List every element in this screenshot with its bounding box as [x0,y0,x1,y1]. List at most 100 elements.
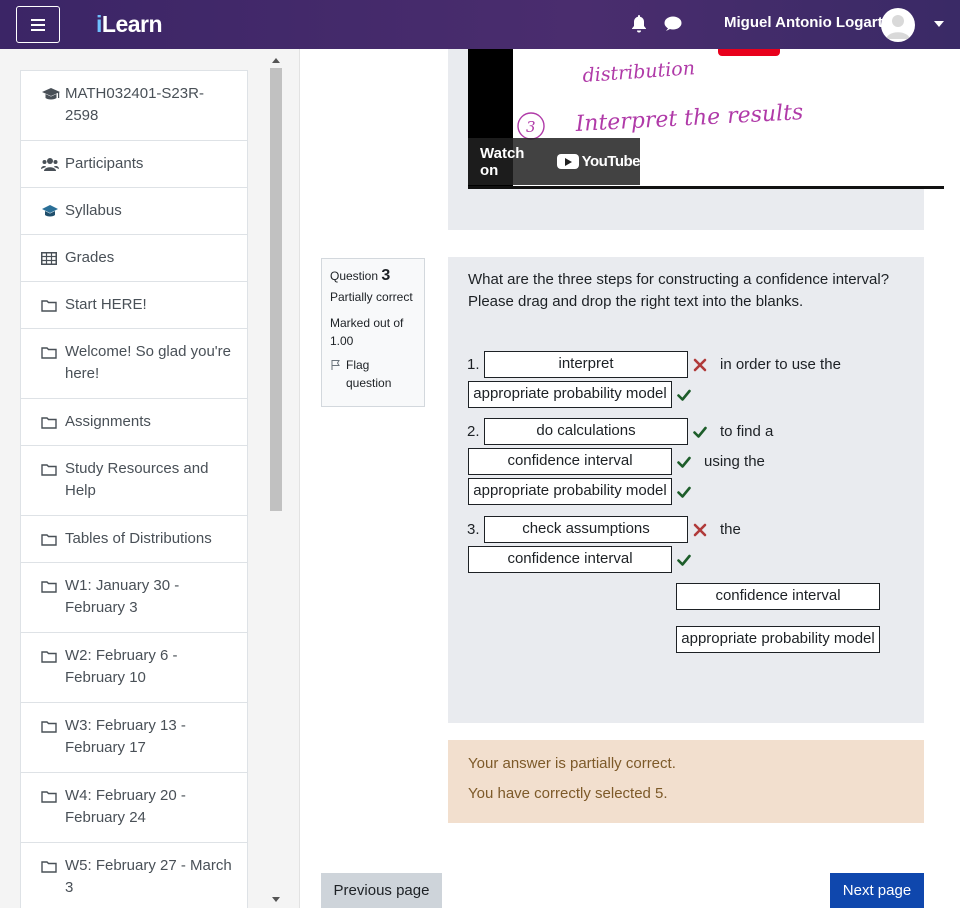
flag-question-button[interactable]: Flag question [330,356,416,392]
youtube-label: YouTube [581,153,641,170]
flag-icon [331,360,340,370]
sidebar-item-welcome[interactable]: Welcome! So glad you're here! [20,328,248,398]
sidebar-item-label: W1: January 30 - February 3 [65,577,180,616]
drop-zone[interactable]: appropriate probability model [468,478,672,505]
table-icon [41,247,65,269]
folder-icon [41,294,65,316]
sidebar-item-label: Welcome! So glad you're here! [65,343,232,382]
correct-check-icon [677,456,691,468]
drop-zone[interactable]: confidence interval [468,546,672,573]
question-text-fragment: the [720,521,741,538]
navbar: iLearn Miguel Antonio Logarta [0,0,960,49]
sidebar-item-label: Assignments [65,413,151,430]
handwriting-interpret: Interpret the results [574,100,804,137]
folder-icon [41,341,65,363]
graduation-cap-icon [41,83,65,105]
folder-icon [41,575,65,597]
course-index-drawer: MATH032401-S23R-2598 Participants Syllab… [0,49,300,908]
drop-zone[interactable]: confidence interval [468,448,672,475]
drop-zone[interactable]: do calculations [484,418,688,445]
correct-check-icon [677,554,691,566]
question-text-fragment: to find a [720,423,774,440]
handwriting-distribution: distribution [582,57,696,87]
question-number: Question 3 [330,267,391,284]
sidebar-item-tables[interactable]: Tables of Distributions [20,515,248,562]
chat-icon[interactable] [663,14,683,34]
scrollbar-thumb[interactable] [270,68,282,511]
correct-check-icon [677,389,691,401]
incorrect-x-icon [693,358,707,372]
sidebar-item-label: Syllabus [65,202,122,219]
user-name[interactable]: Miguel Antonio Logarta [724,14,891,31]
sidebar-item-study-resources[interactable]: Study Resources and Help [20,445,248,515]
sidebar-item-w1[interactable]: W1: January 30 - February 3 [20,562,248,632]
sidebar-item-start-here[interactable]: Start HERE! [20,281,248,328]
menu-icon [31,18,45,31]
drop-zone[interactable]: check assumptions [484,516,688,543]
step-number: 1. [467,356,480,373]
folder-icon [41,645,65,667]
drag-choice[interactable]: appropriate probability model [676,626,880,653]
watch-on-label: Watch on [480,144,525,179]
scroll-down-arrow-icon[interactable] [272,897,280,902]
chevron-down-icon[interactable] [934,21,944,27]
sidebar-item-w2[interactable]: W2: February 6 - February 10 [20,632,248,702]
folder-icon [41,528,65,550]
site-logo[interactable]: iLearn [96,11,163,38]
sidebar-item-label: W4: February 20 - February 24 [65,787,186,826]
step-number: 2. [467,423,480,440]
users-icon [41,153,65,175]
sidebar-item-w3[interactable]: W3: February 13 - February 17 [20,702,248,772]
mortarboard-icon [41,200,65,222]
question-prompt: What are the three steps for constructin… [468,271,890,310]
sidebar-item-label: Tables of Distributions [65,530,212,547]
watch-on-youtube-button[interactable]: Watch on YouTube [468,138,641,185]
feedback-panel: Your answer is partially correct. You ha… [448,740,924,823]
sidebar-item-label: W2: February 6 - February 10 [65,647,178,686]
sidebar-item-label: MATH032401-S23R-2598 [65,85,204,124]
correct-check-icon [677,486,691,498]
menu-toggle-button[interactable] [16,6,60,43]
sidebar-item-grades[interactable]: Grades [20,234,248,281]
drag-choice[interactable]: confidence interval [676,583,880,610]
bell-icon[interactable] [630,14,648,34]
avatar[interactable] [881,8,915,42]
question-text-fragment: in order to use the [720,356,841,373]
step-number: 3. [467,521,480,538]
youtube-logo: YouTube [556,153,641,170]
sidebar-item-label: Participants [65,155,144,172]
folder-icon [41,715,65,737]
correct-check-icon [693,426,707,438]
folder-icon [41,855,65,877]
sidebar-item-label: Start HERE! [65,296,147,313]
feedback-line: You have correctly selected 5. [468,785,668,802]
youtube-video-embed[interactable]: distribution 3 Interpret the results Wat… [468,49,944,189]
sidebar-item-course[interactable]: MATH032401-S23R-2598 [20,70,248,140]
question-info-panel: Question 3 Partially correct Marked out … [321,258,425,407]
folder-icon [41,785,65,807]
course-nav-list: MATH032401-S23R-2598 Participants Syllab… [20,70,248,908]
sidebar-scrollbar[interactable] [268,54,282,908]
handwriting-number: 3 [526,118,536,136]
flag-question-label: Flag question [346,358,392,390]
question-state: Partially correct [330,290,413,304]
next-page-button[interactable]: Next page [830,873,924,908]
video-progress-line [468,186,944,189]
previous-page-button[interactable]: Previous page [321,873,442,908]
sidebar-item-label: W5: February 27 - March 3 [65,857,232,896]
youtube-play-icon [556,154,579,169]
sidebar-item-assignments[interactable]: Assignments [20,398,248,445]
drop-zone[interactable]: interpret [484,351,688,378]
user-avatar-icon [886,15,910,39]
sidebar-item-syllabus[interactable]: Syllabus [20,187,248,234]
folder-icon [41,411,65,433]
sidebar-item-w5[interactable]: W5: February 27 - March 3 [20,842,248,908]
sidebar-item-w4[interactable]: W4: February 20 - February 24 [20,772,248,842]
sidebar-item-label: Grades [65,249,115,266]
feedback-line: Your answer is partially correct. [468,755,676,772]
sidebar-item-label: Study Resources and Help [65,460,209,499]
question-text-fragment: using the [704,453,765,470]
drop-zone[interactable]: appropriate probability model [468,381,672,408]
sidebar-item-participants[interactable]: Participants [20,140,248,187]
scroll-up-arrow-icon[interactable] [272,58,280,63]
